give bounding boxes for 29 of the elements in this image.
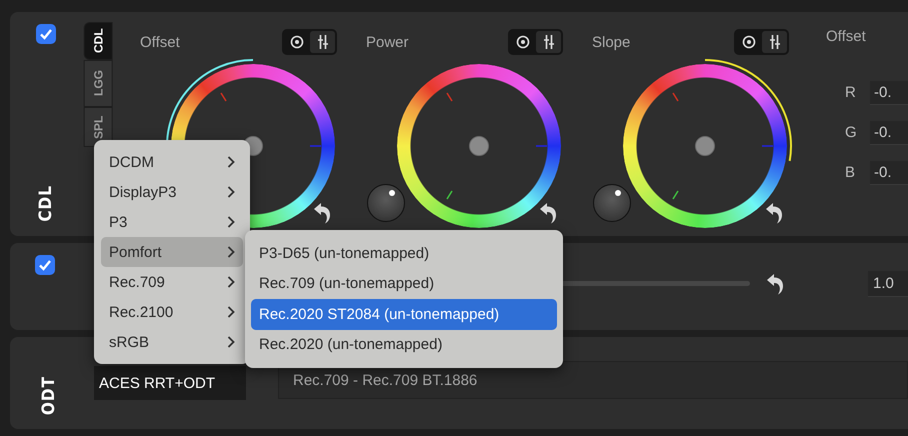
menu-item[interactable]: Rec.709 (un-tonemapped) <box>251 268 557 299</box>
menu-item[interactable]: Pomfort <box>101 237 243 267</box>
wheel-title: Offset <box>139 34 180 50</box>
tab[interactable]: LGG <box>84 60 113 107</box>
value-field[interactable]: -0. <box>870 120 908 144</box>
channel-label: G <box>845 124 857 141</box>
value-field[interactable]: -0. <box>870 80 908 104</box>
channel-label: R <box>845 84 857 101</box>
values-title: Offset <box>826 28 867 45</box>
wheel-title: Power <box>365 34 409 50</box>
menu-item[interactable]: Rec.2100 <box>101 297 243 327</box>
menu-item[interactable]: P3 <box>101 207 243 237</box>
menu-item[interactable]: Rec.709 <box>101 267 243 297</box>
value-field[interactable]: -0. <box>870 160 908 184</box>
section-label: ODT <box>38 376 58 415</box>
output-field[interactable]: Rec.709 - Rec.709 BT.1886 <box>278 360 908 398</box>
wheel-title: Slope <box>591 34 630 50</box>
menu-item[interactable]: DCDM <box>101 147 243 177</box>
section-label: CDL <box>36 185 56 222</box>
transform-field[interactable]: ACES RRT+ODT <box>94 366 246 400</box>
tab[interactable]: SPL <box>84 107 113 147</box>
menu-item[interactable]: DisplayP3 <box>101 177 243 207</box>
menu-item[interactable]: Rec.2020 (un-tonemapped) <box>251 330 557 360</box>
channel-label: B <box>845 164 856 181</box>
value-field[interactable]: 1.0 <box>868 270 908 296</box>
menu-item[interactable]: Rec.2020 ST2084 (un-tonemapped) <box>251 299 557 330</box>
menu-item[interactable]: P3-D65 (un-tonemapped) <box>251 238 557 268</box>
tab[interactable]: CDL <box>84 22 113 60</box>
menu-item[interactable]: sRGB <box>101 327 243 357</box>
